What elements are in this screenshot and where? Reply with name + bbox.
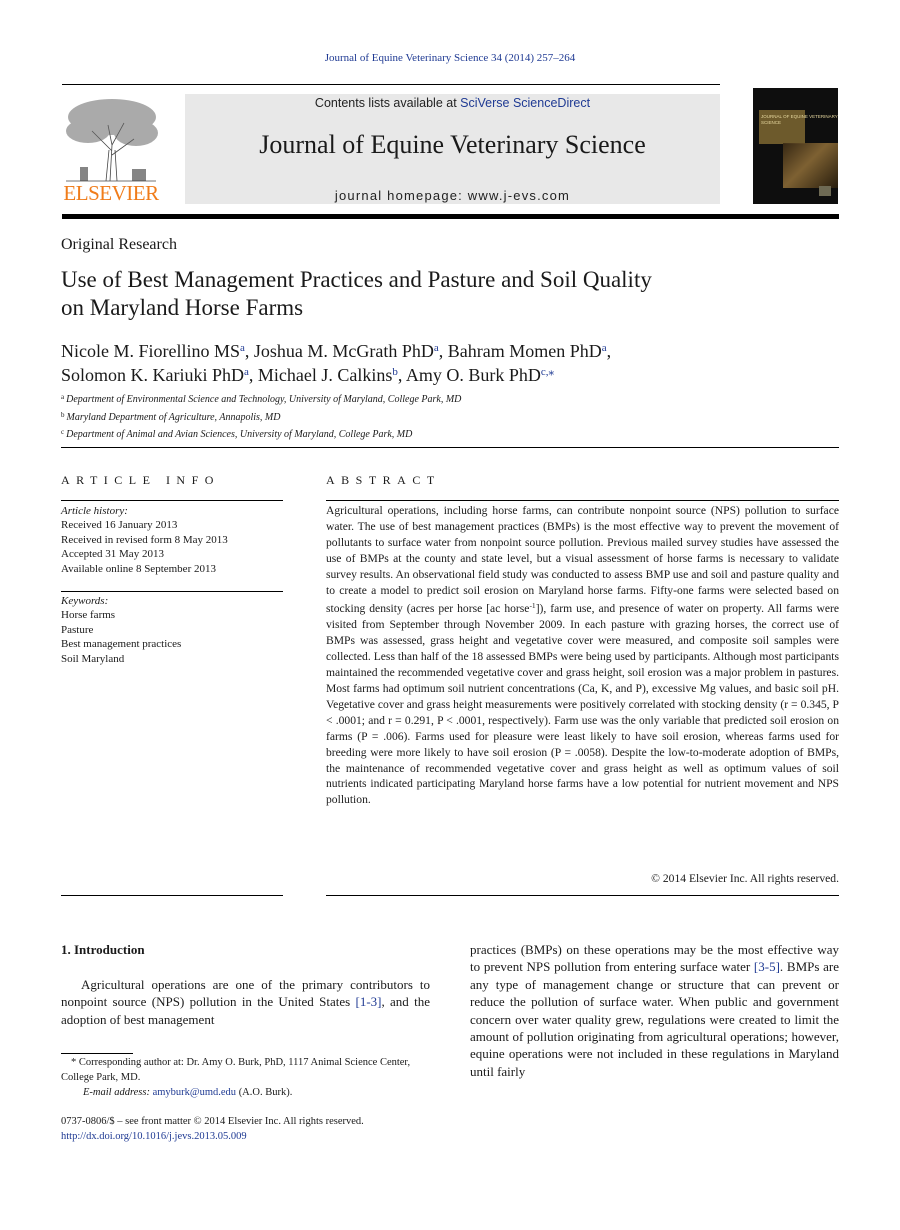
keyword-item: Soil Maryland [61,652,125,665]
affiliation-item: a Department of Environmental Science and… [61,390,761,408]
doi-link[interactable]: http://dx.doi.org/10.1016/j.jevs.2013.05… [61,1131,247,1142]
author-name[interactable]: Michael J. Calkins [258,365,392,385]
affiliation-item: c Department of Animal and Avian Sciences… [61,425,761,443]
article-info-heading: ARTICLE INFO [61,473,220,487]
history-item: Received in revised form 8 May 2013 [61,533,228,546]
introduction-right-column: practices (BMPs) on these operations may… [470,941,839,1080]
author-separator: , [244,341,254,361]
author-separator: , [248,365,258,385]
cover-title-text: JOURNAL OF EQUINE VETERINARY SCIENCE [761,114,838,125]
email-link[interactable]: amyburk@umd.edu [153,1087,236,1098]
contents-availability: Contents lists available at SciVerse Sci… [185,96,720,110]
section-divider [61,447,839,448]
title-line-1: Use of Best Management Practices and Pas… [61,267,652,292]
article-type: Original Research [61,236,177,253]
affiliation-marker[interactable]: c,⁎ [541,366,554,378]
author-name[interactable]: Solomon K. Kariuki PhD [61,365,244,385]
abstract-rule [326,895,839,896]
journal-title: Journal of Equine Veterinary Science [259,130,646,159]
email-suffix: (A.O. Burk). [236,1087,293,1098]
article-info-rule [61,500,283,501]
journal-homepage-link[interactable]: journal homepage: www.j-evs.com [185,188,720,203]
elsevier-tree-icon [66,99,158,182]
author-line-1: Nicole M. Fiorellino MSa, Joshua M. McGr… [61,338,821,362]
keywords: Keywords: Horse farms Pasture Best manag… [61,594,283,666]
reference-link[interactable]: [3-5] [754,959,780,974]
article-info-rule [61,895,283,896]
corresponding-author-note: * Corresponding author at: Dr. Amy O. Bu… [61,1057,411,1083]
footnotes: * Corresponding author at: Dr. Amy O. Bu… [61,1055,433,1100]
article-title: Use of Best Management Practices and Pas… [61,266,821,322]
title-line-2: on Maryland Horse Farms [61,295,304,320]
abstract-heading: ABSTRACT [326,473,441,487]
history-item: Available online 8 September 2013 [61,562,216,575]
author-name[interactable]: Joshua M. McGrath PhD [254,341,434,361]
keyword-item: Horse farms [61,609,116,622]
keyword-item: Pasture [61,623,94,636]
elsevier-wordmark: ELSEVIER [63,181,159,205]
cover-publisher-icon [819,186,831,196]
affiliation-label: a [61,393,65,401]
journal-citation[interactable]: Journal of Equine Veterinary Science 34 … [0,52,900,64]
affiliations: a Department of Environmental Science and… [61,390,761,443]
author-name[interactable]: Bahram Momen PhD [448,341,602,361]
contents-prefix: Contents lists available at [314,96,461,110]
email-note: E-mail address: amyburk@umd.edu (A.O. Bu… [61,1085,433,1100]
affiliation-label: b [61,410,65,419]
history-item: Accepted 31 May 2013 [61,548,164,561]
author-line-2: Solomon K. Kariuki PhDa, Michael J. Calk… [61,362,821,386]
abstract-paragraph: Agricultural operations, including horse… [326,503,839,808]
sciencedirect-link[interactable]: SciVerse ScienceDirect [460,96,590,110]
affiliation-text: Maryland Department of Agriculture, Anna… [66,411,281,423]
email-label: E-mail address: [83,1087,150,1098]
header-rule [62,84,720,85]
author-list: Nicole M. Fiorellino MSa, Joshua M. McGr… [61,338,821,386]
abstract-body: Agricultural operations, including horse… [326,503,839,808]
history-label: Article history: [61,505,128,517]
affiliation-text: Department of Environmental Science and … [66,394,462,405]
reference-link[interactable]: [1-3] [355,994,381,1009]
body-text: . BMPs are any type of management change… [470,959,840,1079]
abstract-text: ]), farm use, and presence of water on p… [326,602,839,807]
author-name[interactable]: Amy O. Burk PhD [406,365,541,385]
keywords-label: Keywords: [61,595,109,607]
author-separator: , [606,341,612,361]
keyword-item: Best management practices [61,638,182,651]
article-info-rule [61,591,283,592]
front-matter: 0737-0806/$ – see front matter © 2014 El… [61,1114,441,1144]
affiliation-item: b Maryland Department of Agriculture, Ann… [61,408,761,426]
cover-artwork [783,143,838,188]
abstract-copyright: © 2014 Elsevier Inc. All rights reserved… [651,872,839,885]
journal-banner: Contents lists available at SciVerse Sci… [185,94,720,204]
author-name[interactable]: Nicole M. Fiorellino MS [61,341,240,361]
history-item: Received 16 January 2013 [61,519,178,532]
body-paragraph: Agricultural operations are one of the p… [61,976,430,1028]
abstract-text: Agricultural operations, including horse… [326,504,839,616]
author-separator: , [397,365,406,385]
author-separator: , [438,341,448,361]
introduction-heading: 1. Introduction [61,942,145,957]
introduction-left-column: Agricultural operations are one of the p… [61,976,430,1028]
affiliation-text: Department of Animal and Avian Sciences,… [66,429,413,440]
affiliation-label: c [61,428,65,436]
abstract-rule [326,500,839,501]
journal-cover-image[interactable]: JOURNAL OF EQUINE VETERINARY SCIENCE [753,88,838,204]
header-thick-rule [62,214,839,219]
article-history: Article history: Received 16 January 201… [61,504,283,576]
body-paragraph: practices (BMPs) on these operations may… [470,941,839,1080]
footnote-rule [61,1053,133,1054]
front-matter-text: 0737-0806/$ – see front matter © 2014 El… [61,1116,364,1127]
elsevier-logo[interactable]: ELSEVIER [62,95,160,207]
